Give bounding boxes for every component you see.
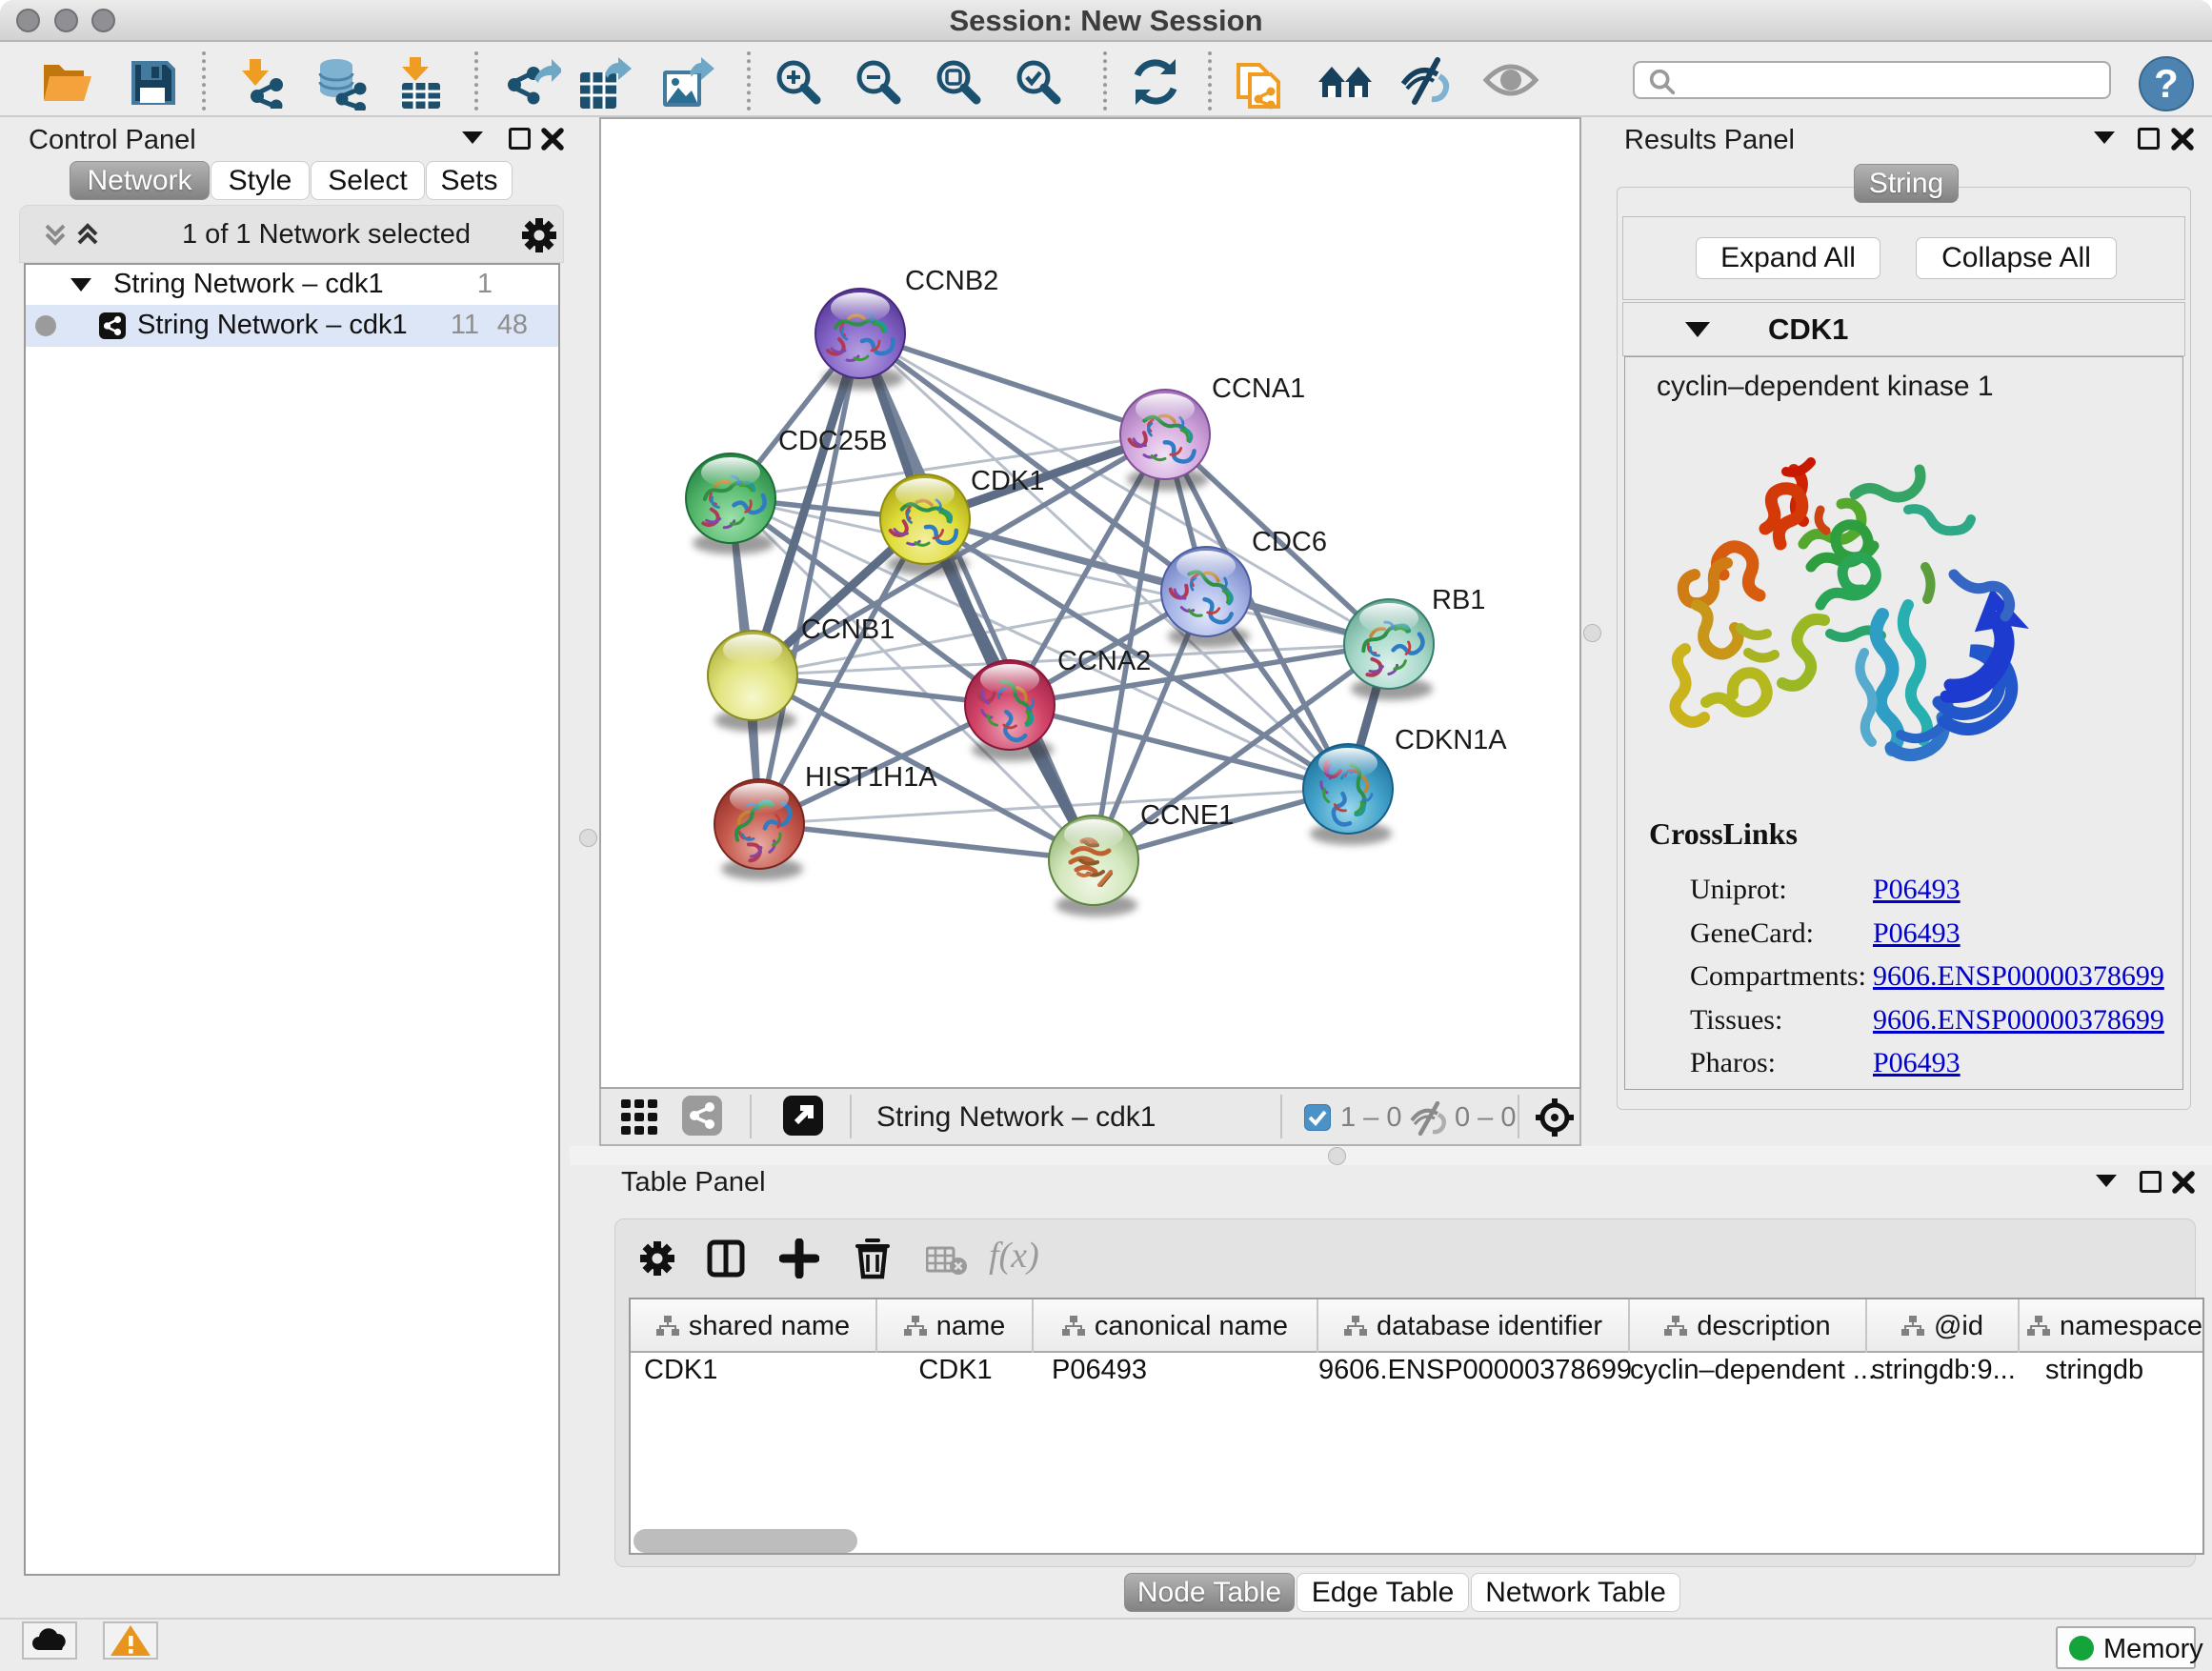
svg-text:CCNA2: CCNA2 (1057, 646, 1151, 676)
svg-text:CDKN1A: CDKN1A (1395, 725, 1507, 755)
svg-text:CCNB1: CCNB1 (801, 614, 895, 645)
svg-text:CDC6: CDC6 (1252, 527, 1327, 557)
svg-text:CDK1: CDK1 (971, 466, 1044, 496)
svg-text:RB1: RB1 (1432, 585, 1485, 615)
svg-text:CCNE1: CCNE1 (1140, 800, 1234, 831)
svg-text:CDC25B: CDC25B (778, 426, 887, 456)
svg-text:CCNB2: CCNB2 (905, 266, 998, 296)
svg-text:CCNA1: CCNA1 (1212, 373, 1305, 404)
svg-text:HIST1H1A: HIST1H1A (805, 762, 937, 793)
svg-text:?: ? (2154, 61, 2179, 106)
